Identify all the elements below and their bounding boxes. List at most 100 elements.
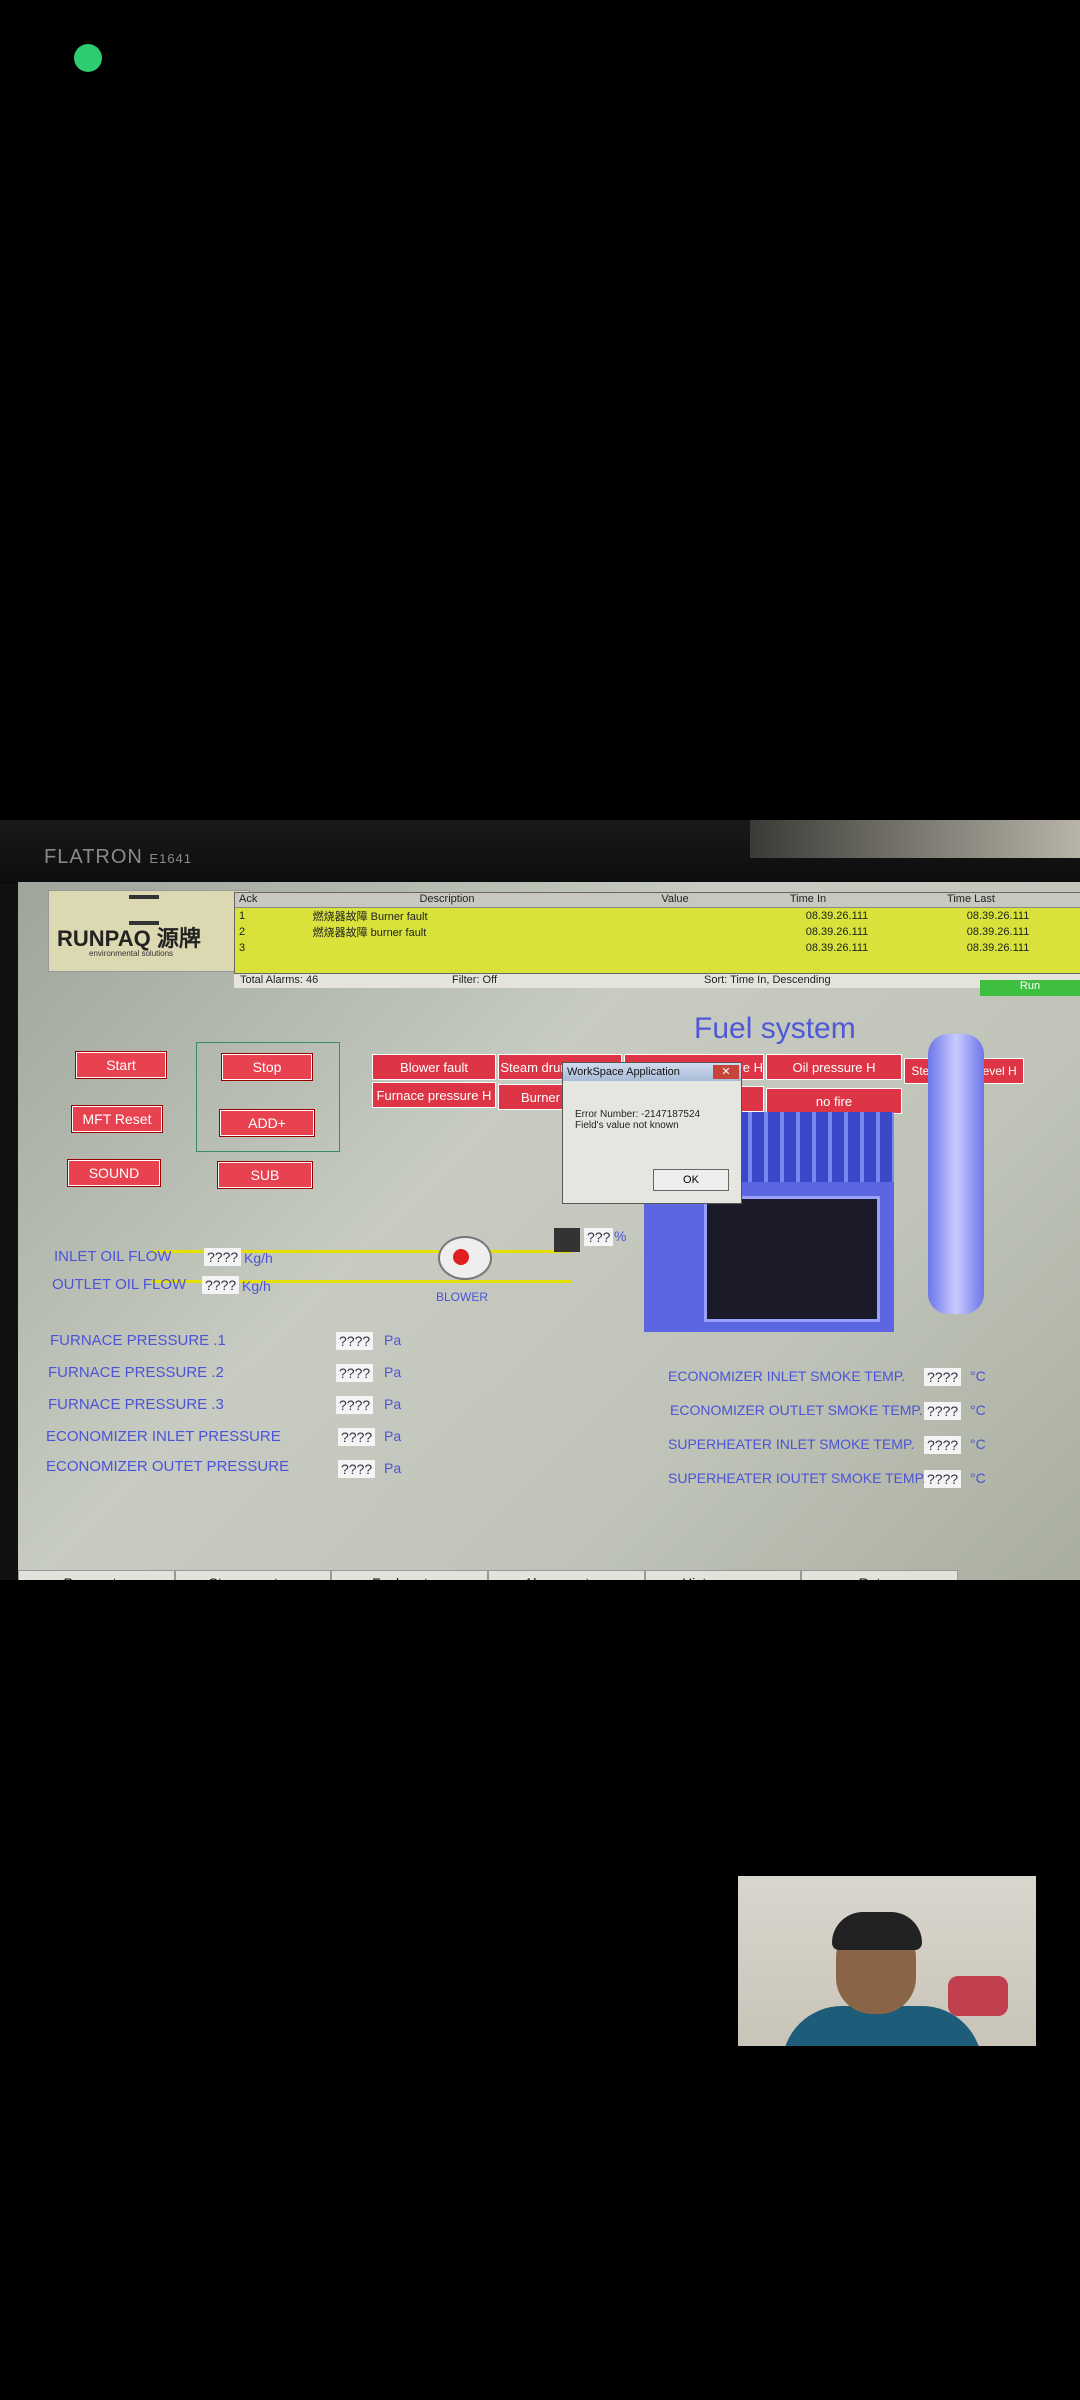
blower-icon[interactable] bbox=[438, 1236, 492, 1280]
col-ack[interactable]: Ack bbox=[235, 893, 273, 907]
row-ack: 1 bbox=[239, 910, 246, 922]
tab-steam-system[interactable]: Steam system bbox=[174, 1570, 332, 1580]
fault-furnace-pressure-h[interactable]: Furnace pressure H bbox=[372, 1082, 496, 1108]
economizer-outlet-smoke-temp-unit: °C bbox=[970, 1402, 986, 1418]
sub-button[interactable]: SUB bbox=[217, 1161, 313, 1189]
row-time-last: 08.39.26.111 bbox=[966, 926, 1030, 938]
col-time-last[interactable]: Time Last bbox=[887, 893, 1055, 907]
ok-button[interactable]: OK bbox=[653, 1169, 729, 1191]
valve-icon[interactable] bbox=[554, 1228, 580, 1252]
col-description[interactable]: Description bbox=[273, 893, 621, 907]
tab-return[interactable]: Return bbox=[801, 1570, 959, 1580]
superheater-inlet-smoke-temp-value: ???? bbox=[924, 1436, 962, 1454]
start-button[interactable]: Start bbox=[75, 1051, 167, 1079]
economizer-outlet-pressure-label: ECONOMIZER OUTET PRESSURE bbox=[46, 1458, 290, 1475]
superheater-outlet-smoke-temp-value: ???? bbox=[924, 1470, 962, 1488]
superheater-outlet-smoke-temp-unit: °C bbox=[970, 1470, 986, 1486]
tab-fuel-system[interactable]: Fuel system bbox=[331, 1570, 489, 1580]
furnace-window bbox=[704, 1196, 880, 1322]
economizer-inlet-pressure-label: ECONOMIZER INLET PRESSURE bbox=[46, 1428, 281, 1445]
economizer-inlet-pressure-value: ???? bbox=[338, 1428, 376, 1446]
fault-oil-pressure-h[interactable]: Oil pressure H bbox=[766, 1054, 902, 1080]
alarm-table[interactable]: Ack Description Value Time In Time Last … bbox=[234, 892, 1080, 974]
economizer-outlet-pressure-value: ???? bbox=[338, 1460, 376, 1478]
fault-blower[interactable]: Blower fault bbox=[372, 1054, 496, 1080]
furnace-pressure-2-value: ???? bbox=[336, 1364, 374, 1382]
economizer-outlet-smoke-temp-label: ECONOMIZER OUTLET SMOKE TEMP. bbox=[670, 1402, 923, 1418]
furnace-pressure-1-label: FURNACE PRESSURE .1 bbox=[50, 1332, 226, 1349]
model-text: E1641 bbox=[149, 851, 193, 866]
superheater-inlet-smoke-temp-unit: °C bbox=[970, 1436, 986, 1452]
tab-alarm-system[interactable]: Alarm system bbox=[488, 1570, 645, 1580]
furnace-pressure-2-unit: Pa bbox=[384, 1364, 402, 1380]
row-description: 燃烧器故障 Burner fault bbox=[312, 911, 428, 923]
dialog-error-number: Error Number: -2147187524 bbox=[575, 1109, 701, 1120]
chimney-stack bbox=[928, 1034, 984, 1314]
inlet-oil-flow-label: INLET OIL FLOW bbox=[54, 1248, 172, 1265]
add-button[interactable]: ADD+ bbox=[219, 1109, 315, 1137]
furnace-pressure-3-unit: Pa bbox=[384, 1396, 402, 1412]
row-time-in: 08.39.26.111 bbox=[805, 942, 869, 954]
filter-status: Filter: Off bbox=[452, 974, 498, 986]
sort-status: Sort: Time In, Descending bbox=[704, 974, 831, 986]
furnace-pressure-1-value: ???? bbox=[336, 1332, 374, 1350]
furnace-pressure-2-label: FURNACE PRESSURE .2 bbox=[48, 1364, 224, 1381]
row-time-last: 08.39.26.111 bbox=[966, 910, 1030, 922]
table-row[interactable]: 2 燃烧器故障 burner fault 08.39.26.111 08.39.… bbox=[235, 924, 1080, 940]
dialog-body: Error Number: -2147187524 Field's value … bbox=[563, 1081, 741, 1131]
economizer-inlet-smoke-temp-value: ???? bbox=[924, 1368, 962, 1386]
total-alarms: Total Alarms: 46 bbox=[240, 974, 319, 986]
superheater-inlet-smoke-temp-label: SUPERHEATER INLET SMOKE TEMP. bbox=[668, 1436, 915, 1452]
table-row[interactable]: 1 燃烧器故障 Burner fault 08.39.26.111 08.39.… bbox=[235, 908, 1080, 924]
alarm-table-header: Ack Description Value Time In Time Last bbox=[235, 893, 1080, 908]
recording-indicator-icon bbox=[74, 44, 102, 72]
close-icon[interactable]: ✕ bbox=[713, 1065, 739, 1079]
dialog-title: WorkSpace Application bbox=[567, 1066, 680, 1078]
outlet-oil-flow-value: ???? bbox=[202, 1276, 240, 1294]
table-row[interactable]: 3 08.39.26.111 08.39.26.111 bbox=[235, 940, 1080, 956]
row-description: 燃烧器故障 burner fault bbox=[312, 927, 427, 939]
page-title: Fuel system bbox=[694, 1012, 856, 1045]
tab-history-curve[interactable]: History curve bbox=[644, 1570, 802, 1580]
webcam-background-object bbox=[948, 1976, 1008, 2016]
valve-value: ??? bbox=[584, 1228, 614, 1246]
error-dialog: WorkSpace Application ✕ Error Number: -2… bbox=[562, 1062, 742, 1204]
furnace-pressure-1-unit: Pa bbox=[384, 1332, 402, 1348]
dialog-message: Field's value not known bbox=[575, 1120, 679, 1131]
mft-reset-button[interactable]: MFT Reset bbox=[71, 1105, 163, 1133]
row-time-in: 08.39.26.111 bbox=[805, 926, 869, 938]
fault-no-fire[interactable]: no fire bbox=[766, 1088, 902, 1114]
economizer-outlet-pressure-unit: Pa bbox=[384, 1460, 402, 1476]
monitor-brand: FLATRON E1641 bbox=[44, 846, 192, 869]
row-ack: 3 bbox=[239, 942, 246, 954]
tab-parameter[interactable]: Parameter bbox=[18, 1570, 175, 1580]
col-time-in[interactable]: Time In bbox=[729, 893, 887, 907]
economizer-outlet-smoke-temp-value: ???? bbox=[924, 1402, 962, 1420]
brand-text: FLATRON bbox=[44, 846, 143, 868]
economizer-inlet-smoke-temp-label: ECONOMIZER INLET SMOKE TEMP. bbox=[668, 1368, 906, 1384]
outlet-oil-flow-unit: Kg/h bbox=[242, 1278, 271, 1294]
monitor: FLATRON E1641 RUNPAQ 源牌 environmental so… bbox=[0, 820, 1080, 1580]
furnace-pressure-3-label: FURNACE PRESSURE .3 bbox=[48, 1396, 224, 1413]
dialog-title-bar[interactable]: WorkSpace Application ✕ bbox=[563, 1063, 741, 1081]
valve-unit: % bbox=[614, 1228, 627, 1244]
webcam-overlay bbox=[738, 1876, 1036, 2046]
superheater-outlet-smoke-temp-label: SUPERHEATER IOUTET SMOKE TEMP. bbox=[668, 1470, 927, 1486]
background-room bbox=[750, 820, 1080, 858]
blower-label: BLOWER bbox=[436, 1290, 489, 1304]
blower-status-icon bbox=[453, 1249, 469, 1265]
row-ack: 2 bbox=[239, 926, 246, 938]
col-value[interactable]: Value bbox=[621, 893, 729, 907]
row-time-last: 08.39.26.111 bbox=[966, 942, 1030, 954]
runpaq-logo: RUNPAQ 源牌 environmental solutions bbox=[48, 890, 250, 972]
bottom-tabs: Parameter Steam system Fuel system Alarm… bbox=[18, 1570, 959, 1580]
sound-button[interactable]: SOUND bbox=[67, 1159, 161, 1187]
economizer-inlet-smoke-temp-unit: °C bbox=[970, 1368, 986, 1384]
hmi-screen: RUNPAQ 源牌 environmental solutions Ack De… bbox=[18, 882, 1080, 1580]
outlet-oil-flow-label: OUTLET OIL FLOW bbox=[52, 1276, 187, 1293]
run-button[interactable]: Run bbox=[980, 980, 1080, 996]
economizer-inlet-pressure-unit: Pa bbox=[384, 1428, 402, 1444]
webcam-person-hair bbox=[832, 1912, 922, 1950]
furnace-pressure-3-value: ???? bbox=[336, 1396, 374, 1414]
inlet-oil-flow-value: ???? bbox=[204, 1248, 242, 1266]
